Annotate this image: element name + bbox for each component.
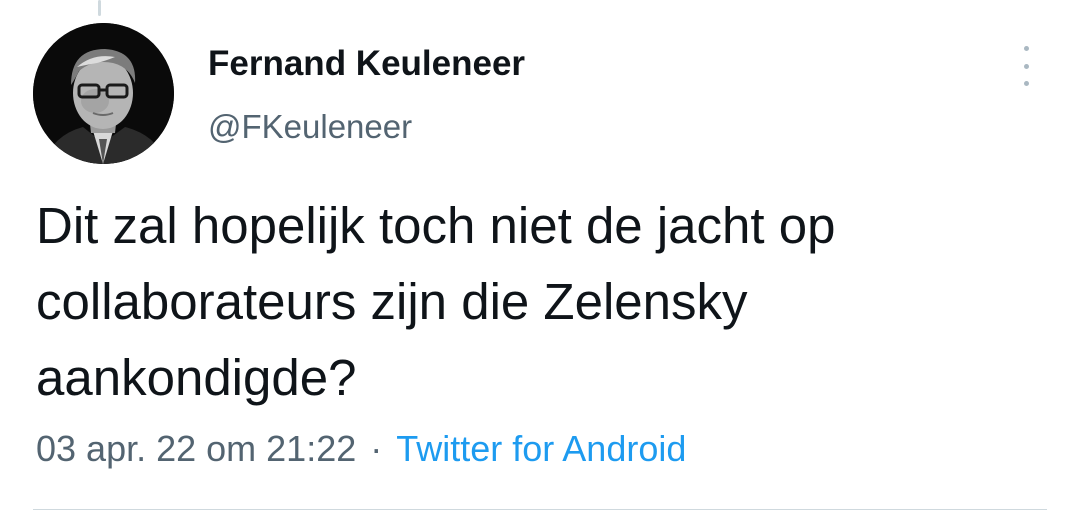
thread-connector-line — [98, 0, 101, 16]
author-display-name[interactable]: Fernand Keuleneer — [208, 44, 525, 84]
more-dot — [1023, 81, 1029, 86]
tweet-text-line: Dit zal hopelijk toch niet de jacht op — [36, 197, 836, 254]
tweet-text-line: aankondigde? — [36, 349, 357, 406]
tweet-text: Dit zal hopelijk toch niet de jacht op c… — [36, 188, 1036, 416]
meta-separator: · — [370, 428, 383, 469]
more-vertical-icon[interactable] — [1012, 46, 1040, 86]
author-handle[interactable]: @FKeuleneer — [208, 108, 412, 146]
profile-photo-icon — [33, 23, 174, 164]
tweet-source-link[interactable]: Twitter for Android — [396, 428, 686, 469]
tweet-timestamp[interactable]: 03 apr. 22 om 21:22 — [36, 428, 356, 469]
avatar[interactable] — [33, 23, 174, 164]
more-dot — [1023, 63, 1029, 69]
tweet-text-line: collaborateurs zijn die Zelensky — [36, 273, 748, 330]
more-dot — [1023, 46, 1029, 51]
tweet-meta: 03 apr. 22 om 21:22 · Twitter for Android — [36, 428, 686, 470]
divider — [33, 509, 1047, 510]
